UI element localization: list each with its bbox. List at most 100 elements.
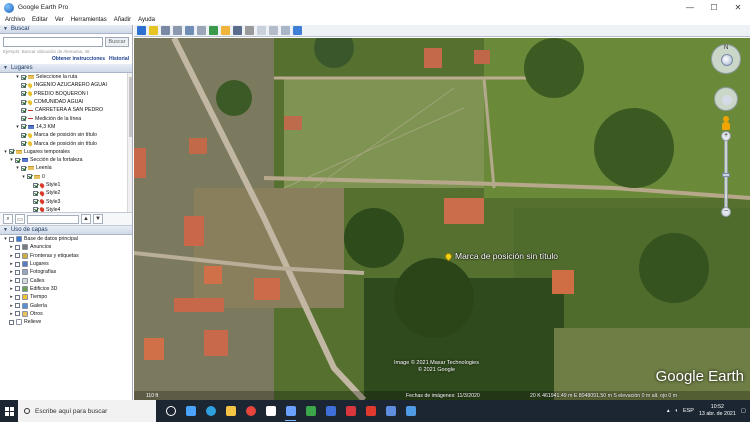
visibility-checkbox[interactable] [21, 141, 26, 147]
pushpin-icon[interactable] [443, 251, 454, 261]
visibility-checkbox[interactable] [33, 199, 38, 205]
down-arrow-icon[interactable]: ▼ [93, 214, 103, 224]
expand-toggle-icon[interactable]: ▾ [21, 174, 26, 180]
layer-checkbox[interactable] [15, 278, 20, 284]
chrome-taskbar-button[interactable] [242, 400, 259, 422]
layer-checkbox[interactable] [15, 311, 20, 317]
places-item[interactable]: INGENIO AZUCARERO AGUAI [0, 81, 132, 89]
up-arrow-icon[interactable]: ▲ [81, 214, 91, 224]
menu-herramientas[interactable]: Herramientas [71, 17, 107, 23]
panel-toggle-icon[interactable]: ▭ [15, 214, 25, 224]
expand-toggle-icon[interactable]: ▸ [9, 294, 14, 300]
visibility-checkbox[interactable] [15, 157, 20, 163]
layer-item[interactable]: ▸ Calles [0, 276, 132, 284]
visibility-checkbox[interactable] [9, 149, 14, 155]
start-button[interactable] [0, 400, 18, 422]
edge-taskbar-button[interactable] [202, 400, 219, 422]
visibility-checkbox[interactable] [21, 116, 26, 122]
map-view[interactable]: Marca de posición sin título Image © 202… [134, 38, 750, 400]
sunlight-icon[interactable] [221, 26, 230, 35]
expand-toggle-icon[interactable]: ▸ [9, 311, 14, 317]
layer-item[interactable]: ▸ Anuncios [0, 243, 132, 251]
layer-checkbox[interactable] [15, 261, 20, 267]
minimize-button[interactable]: — [678, 0, 702, 15]
app-green-taskbar-button[interactable] [302, 400, 319, 422]
widgets-taskbar-button[interactable] [182, 400, 199, 422]
visibility-checkbox[interactable] [21, 82, 26, 88]
search-button[interactable]: Buscar [105, 37, 129, 47]
places-filter-input[interactable] [27, 214, 79, 224]
search-section-header[interactable]: ▼ Buscar [0, 25, 132, 34]
expand-toggle-icon[interactable]: ▾ [9, 157, 14, 163]
record-tour-icon[interactable] [197, 26, 206, 35]
expand-toggle-icon[interactable]: ▸ [9, 303, 14, 309]
layer-item[interactable]: ▸ Fronteras y etiquetas [0, 252, 132, 260]
layer-checkbox[interactable] [15, 303, 20, 309]
street-view-pegman-icon[interactable] [721, 116, 731, 130]
hand-icon[interactable] [722, 95, 732, 105]
layers-section-header[interactable]: ▼ Uso de capas [0, 226, 132, 235]
add-path-icon[interactable] [173, 26, 182, 35]
visibility-checkbox[interactable] [33, 207, 38, 212]
places-section-header[interactable]: ▼ Lugares [0, 64, 132, 73]
visibility-checkbox[interactable] [21, 165, 26, 171]
visibility-checkbox[interactable] [21, 91, 26, 97]
layer-item[interactable]: ▸ Otros [0, 310, 132, 318]
google-earth-taskbar-button[interactable] [282, 400, 299, 422]
places-item[interactable]: Style4 [0, 206, 132, 212]
places-item[interactable]: ▾ Leenla [0, 164, 132, 172]
image-overlay-icon[interactable] [185, 26, 194, 35]
add-placemark-icon[interactable] [149, 26, 158, 35]
visibility-checkbox[interactable] [21, 107, 26, 113]
clock[interactable]: 10:52 13 abr. de 2021 [699, 404, 736, 418]
taskbar-search-box[interactable]: Escribe aquí para buscar [18, 400, 156, 422]
menu-editar[interactable]: Editar [32, 17, 48, 23]
close-button[interactable]: ✕ [726, 0, 750, 15]
layer-checkbox[interactable] [9, 236, 14, 242]
directions-link[interactable]: Obtener instrucciones [52, 56, 105, 62]
view-in-maps-icon[interactable] [293, 26, 302, 35]
places-item[interactable]: ▾ Seleccione la ruta [0, 73, 132, 81]
compass-control[interactable]: N [711, 44, 741, 74]
places-item[interactable]: Medición de la línea [0, 114, 132, 122]
layer-checkbox[interactable] [15, 286, 20, 292]
expand-toggle-icon[interactable]: ▾ [15, 124, 20, 130]
expand-toggle-icon[interactable]: ▾ [15, 74, 20, 80]
language-indicator[interactable]: ESP [683, 408, 694, 414]
layer-item[interactable]: ▸ Fotografías [0, 268, 132, 276]
sidebar-toggle-icon[interactable] [137, 26, 146, 35]
network-icon[interactable]: ▴ [667, 408, 670, 414]
history-link[interactable]: Historial [109, 56, 129, 62]
app-red-taskbar-button[interactable] [342, 400, 359, 422]
menu-anadir[interactable]: Añadir [114, 17, 131, 23]
layer-checkbox[interactable] [9, 319, 14, 325]
layer-item[interactable]: ▸ Galería [0, 301, 132, 309]
menu-archivo[interactable]: Archivo [5, 17, 25, 23]
explorer-taskbar-button[interactable] [222, 400, 239, 422]
acrobat-taskbar-button[interactable] [362, 400, 379, 422]
places-item[interactable]: Style3 [0, 197, 132, 205]
store-taskbar-button[interactable] [262, 400, 279, 422]
places-item[interactable]: Marca de posición sin título [0, 139, 132, 147]
layer-item[interactable]: ▾ Base de datos principal [0, 235, 132, 243]
visibility-checkbox[interactable] [21, 99, 26, 105]
zoom-slider-knob[interactable] [722, 173, 730, 177]
places-item[interactable]: ▾ 0 [0, 173, 132, 181]
expand-toggle-icon[interactable]: ▾ [3, 149, 8, 155]
visibility-checkbox[interactable] [21, 74, 26, 80]
places-item[interactable]: PREDIO BOQUERON I [0, 90, 132, 98]
search-input[interactable] [3, 37, 103, 47]
visibility-checkbox[interactable] [21, 124, 26, 130]
zoom-in-button[interactable]: + [721, 131, 731, 141]
expand-toggle-icon[interactable]: ▸ [9, 278, 14, 284]
places-item[interactable]: ▾ Sección de la fortaleza [0, 156, 132, 164]
email-icon[interactable] [257, 26, 266, 35]
visibility-checkbox[interactable] [21, 132, 26, 138]
expand-toggle-icon[interactable]: ▸ [9, 244, 14, 250]
task-view-taskbar-button[interactable] [162, 400, 179, 422]
layer-item[interactable]: ▸ Lugares [0, 260, 132, 268]
expand-toggle-icon[interactable]: ▸ [9, 286, 14, 292]
layer-item[interactable]: Relieve [0, 318, 132, 326]
places-item[interactable]: Marca de posición sin título [0, 131, 132, 139]
places-item[interactable]: COMUNIDAD AGUAI [0, 98, 132, 106]
